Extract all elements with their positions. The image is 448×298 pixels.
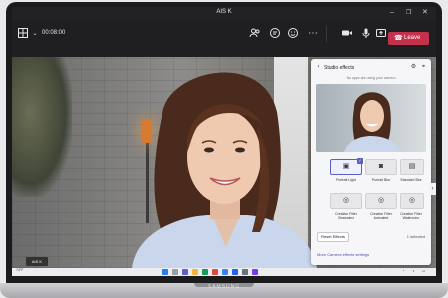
window-title: AIS K [216,9,232,15]
taskbar: 74°F ◔ ◑ ▭ [12,268,436,276]
filter-watercolor-icon: ◎ [408,197,416,204]
selected-count: 1 selected [406,234,425,239]
tile-label-filter-illustrated: Creative Filter Illustrated [335,212,357,220]
reset-effects-button[interactable]: Reset Effects [317,232,349,242]
weather-widget[interactable]: 74°F [16,268,24,273]
panel-title: Studio effects [324,65,355,71]
screen: AIS K – ❐ ✕ ⌄ 00:08:00 ⋯ ☎ Leave AIS K ‹… [12,7,436,276]
settings-app-icon[interactable] [242,269,248,275]
start-icon[interactable] [162,269,168,275]
tile-filter-illustrated[interactable]: ◎ [330,193,362,209]
back-icon[interactable]: ‹ [314,63,323,72]
office-icon[interactable] [212,269,218,275]
weather-temp: 74°F [16,268,24,272]
close-icon[interactable]: ✕ [422,9,428,17]
tile-portrait-blur[interactable]: ◙ [365,159,397,175]
wifi-icon[interactable]: ◔ [402,269,404,273]
tile-label-portrait-blur: Portrait Blur [371,178,391,182]
portrait-light-icon: ▣ [342,163,350,170]
tile-filter-animated[interactable]: ◎ [365,193,397,209]
pin-icon[interactable]: ⌖ [419,63,428,72]
tile-label-filter-watercolor: Creative Filter Watercolor [400,212,422,220]
meeting-toolbar: ⌄ 00:08:00 ⋯ ☎ Leave [12,19,436,57]
search-icon[interactable] [172,269,178,275]
edge-icon[interactable] [202,269,208,275]
chevron-down-icon[interactable]: ⌄ [28,27,42,41]
panel-subtitle: No apps are using your camera [346,76,396,80]
filter-illustrated-icon: ◎ [342,197,350,204]
people-icon[interactable] [248,27,262,41]
portrait-blur-icon: ◙ [378,163,384,170]
more-settings-link[interactable]: More Camera effects settings [317,252,369,257]
minimize-icon[interactable]: – [390,9,394,17]
tile-filter-watercolor[interactable]: ◎ [400,193,424,209]
battery-icon[interactable]: ▭ [422,269,425,273]
share-icon[interactable] [374,27,388,41]
tile-label-standard-blur: Standard Blur [400,178,422,182]
leave-label: Leave [404,35,421,41]
studio-effects-panel: ‹ Studio effects ⚙ ⌖ No apps are using y… [311,59,431,265]
check-icon: ✓ [357,158,363,164]
more-icon[interactable]: ⋯ [306,27,320,41]
mic-icon[interactable] [359,27,373,41]
filter-animated-icon: ◎ [377,197,385,204]
participant-name-tag: AIS K [26,257,48,266]
camera-icon[interactable] [340,27,354,41]
camera-preview [316,84,426,152]
chat-icon[interactable] [268,27,282,41]
standard-blur-icon: ▤ [408,163,416,170]
restore-icon[interactable]: ❐ [406,9,411,17]
store-icon[interactable] [222,269,228,275]
device-brand: SAMSUNG [207,284,241,290]
tile-standard-blur[interactable]: ▤ [400,159,424,175]
reactions-icon[interactable] [286,27,300,41]
teams-icon[interactable] [182,269,188,275]
tile-portrait-light[interactable]: ▣ ✓ [330,158,363,175]
outlook-icon[interactable] [232,269,238,275]
volume-icon[interactable]: ◑ [412,269,414,273]
phone-icon: ☎ [394,35,403,42]
tile-label-portrait-light: Portrait Light [336,178,356,182]
app-icon[interactable] [252,269,258,275]
meeting-timer: 00:08:00 [42,30,66,36]
toolbar-divider [326,26,327,42]
leave-button[interactable]: ☎ Leave [388,32,429,45]
explorer-icon[interactable] [192,269,198,275]
chevron-right-icon: › [431,186,434,192]
laptop: SAMSUNG AIS K – ❐ ✕ ⌄ 00:08:00 ⋯ ☎ Leave… [0,0,448,298]
settings-icon[interactable]: ⚙ [409,63,418,72]
title-bar: AIS K – ❐ ✕ [12,7,436,19]
tile-label-filter-animated: Creative Filter Animated [370,212,392,220]
collapse-panel-button[interactable]: › [429,183,436,195]
